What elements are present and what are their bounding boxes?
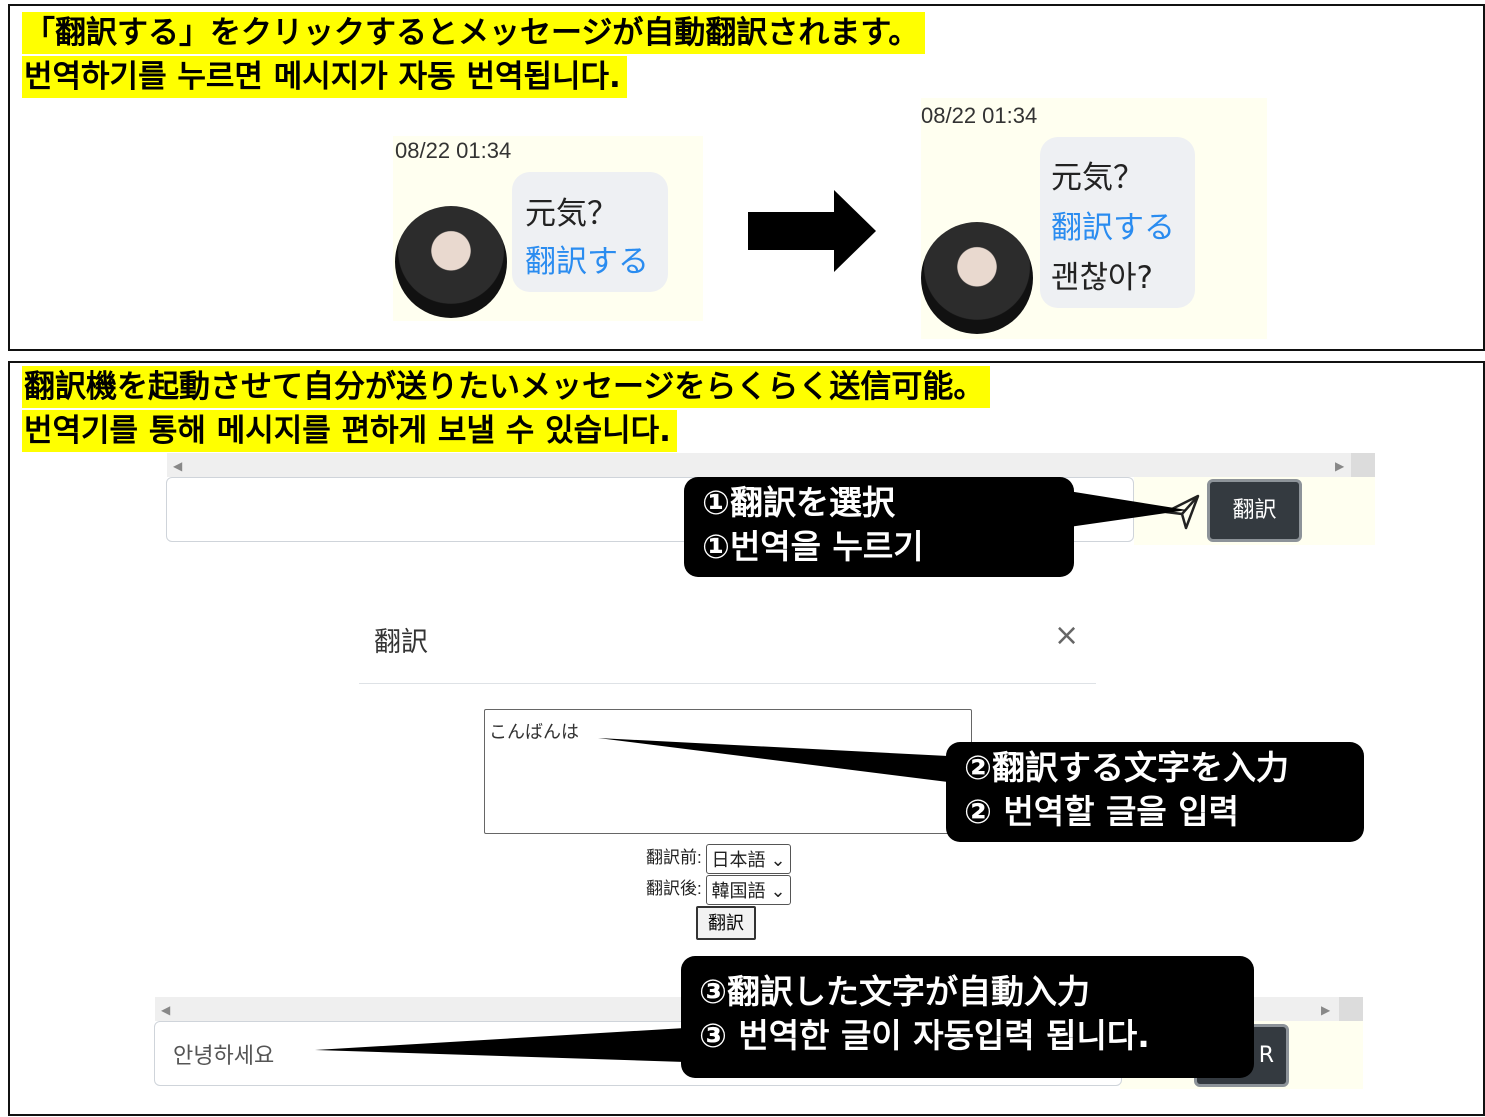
- avatar: [921, 222, 1033, 334]
- result-text: 안녕하세요: [173, 1044, 275, 1069]
- translated-text: 괜찮아?: [1051, 260, 1154, 296]
- before-lang-select[interactable]: 日本語 ⌄: [706, 843, 791, 874]
- source-text: こんばんは: [489, 722, 579, 743]
- horizontal-scrollbar[interactable]: ◀ ▶: [167, 453, 1375, 477]
- callout-step-1-line1: ①翻訳を選択: [702, 483, 895, 522]
- modal-divider: [359, 683, 1096, 684]
- translate-button-label: R: [1258, 1043, 1274, 1068]
- message-text-before: 元気？: [525, 196, 618, 232]
- after-lang-label: 翻訳後:: [646, 879, 702, 898]
- top-heading-jp: 「翻訳する」をクリックするとメッセージが自動翻訳されます。: [22, 12, 926, 54]
- top-heading-kr: 번역하기를 누르면 메시지가 자동 번역됩니다.: [22, 56, 627, 98]
- callout-step-1: ①翻訳を選択 ①번역을 누르기: [684, 477, 1074, 577]
- scroll-left-icon[interactable]: ◀: [173, 459, 182, 473]
- callout-step-2-line1: ②翻訳する文字を入力: [964, 748, 1289, 787]
- avatar: [395, 206, 507, 318]
- before-lang-label: 翻訳前:: [646, 848, 702, 867]
- callout-step-2: ②翻訳する文字を入力 ② 번역할 글을 입력: [946, 742, 1364, 842]
- after-lang-select[interactable]: 韓国語 ⌄: [706, 874, 791, 905]
- callout-pointer: [315, 1028, 685, 1062]
- after-lang-value: 韓国語: [711, 880, 766, 901]
- callout-pointer: [1062, 490, 1187, 528]
- modal-translate-button[interactable]: 翻訳: [696, 906, 756, 940]
- right-arrow-icon: [748, 190, 876, 272]
- after-lang-row: 翻訳後: 韓国語 ⌄: [646, 874, 791, 905]
- scroll-corner: [1339, 997, 1363, 1021]
- translate-link-before[interactable]: 翻訳する: [525, 236, 649, 281]
- scroll-right-icon[interactable]: ▶: [1335, 459, 1344, 473]
- callout-pointer: [598, 738, 948, 782]
- translate-button[interactable]: 翻訳: [1207, 479, 1302, 542]
- timestamp-before: 08/22 01:34: [395, 138, 512, 163]
- modal-title: 翻訳: [374, 627, 428, 658]
- chevron-down-icon: ⌄: [770, 880, 786, 901]
- callout-step-3-line2: ③ 번역한 글이 자동입력 됩니다.: [699, 1016, 1150, 1055]
- before-lang-value: 日本語: [711, 849, 766, 870]
- translate-link-after[interactable]: 翻訳する: [1051, 202, 1175, 247]
- before-lang-row: 翻訳前: 日本語 ⌄: [646, 843, 791, 874]
- bottom-heading-kr: 번역기를 통해 메시지를 편하게 보낼 수 있습니다.: [22, 410, 677, 452]
- callout-step-2-line2: ② 번역할 글을 입력: [964, 792, 1239, 831]
- scroll-right-icon[interactable]: ▶: [1321, 1003, 1330, 1017]
- chevron-down-icon: ⌄: [770, 849, 786, 870]
- close-icon[interactable]: ×: [1054, 618, 1079, 653]
- callout-step-3: ③翻訳した文字が自動入力 ③ 번역한 글이 자동입력 됩니다.: [681, 956, 1254, 1078]
- scroll-left-icon[interactable]: ◀: [161, 1003, 170, 1017]
- scroll-corner: [1351, 453, 1375, 477]
- callout-step-3-line1: ③翻訳した文字が自動入力: [699, 972, 1090, 1011]
- bottom-heading-jp: 翻訳機を起動させて自分が送りたいメッセージをらくらく送信可能。: [22, 366, 991, 408]
- timestamp-after: 08/22 01:34: [921, 103, 1038, 128]
- callout-step-1-line2: ①번역을 누르기: [702, 527, 924, 566]
- message-text-after: 元気？: [1051, 160, 1144, 196]
